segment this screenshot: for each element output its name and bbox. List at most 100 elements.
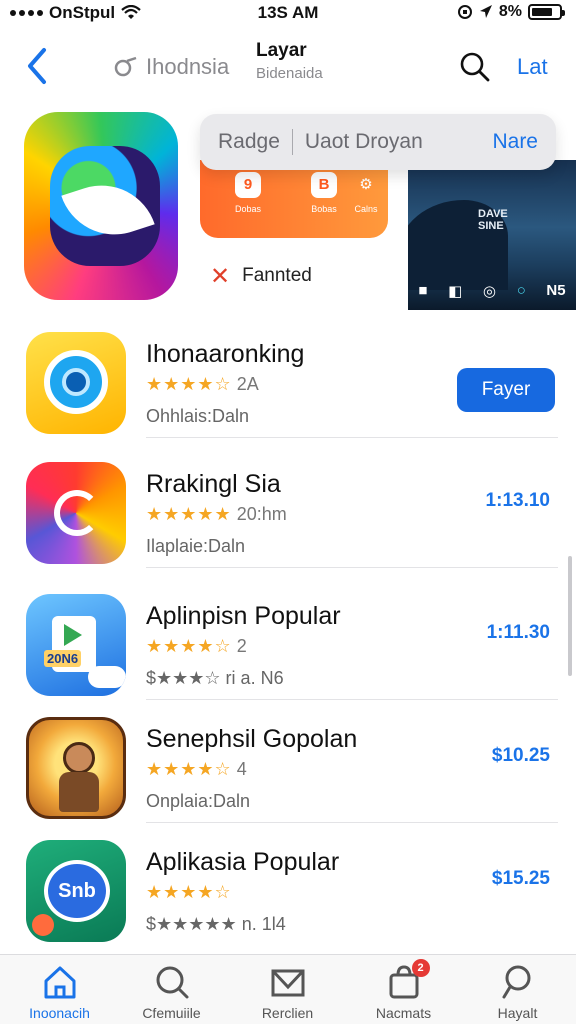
tab-label: Hayalt (497, 1005, 538, 1021)
promo-tile-caption: Dobas (234, 204, 261, 214)
promo-tile-glyph: B (311, 172, 337, 198)
tab-explore[interactable]: Cfemuiile (114, 963, 229, 1021)
tab-home[interactable]: Inoonacih (2, 963, 117, 1021)
app-title: Ihonaaronking (146, 340, 305, 368)
battery-percent: 8% (498, 3, 522, 20)
search-divider (291, 129, 293, 155)
landscape-control[interactable]: ○ (517, 282, 526, 300)
location-icon (479, 5, 492, 18)
app-icon[interactable] (26, 717, 126, 819)
tab-label: Rerclien (261, 1005, 314, 1021)
list-item[interactable]: Senephsil Gopolan ★★★★☆ 4 Onplaia:Daln $… (0, 705, 576, 823)
rating-text: 4 (236, 759, 247, 779)
row-divider (146, 567, 558, 568)
star-rating-icon: ★★★★☆ (146, 759, 232, 779)
link-icon (114, 56, 137, 77)
promo-tile[interactable]: 9 Dobas (222, 172, 274, 214)
nav-bar: Ihodnsia Layar Bidenaida Lat (0, 34, 576, 104)
page-title: Layar (256, 40, 307, 61)
promo-card[interactable]: 9 Dobas B Bobas ⚙ Calns (200, 160, 388, 238)
landscape-toolbar: ■ ◧ ◎ ○ N5 (408, 282, 576, 300)
app-rating: ★★★★☆ 4 (146, 759, 247, 780)
promo-tile-caption: Calns (354, 204, 378, 214)
promo-tile-glyph: ⚙ (359, 176, 373, 193)
app-icon[interactable] (26, 332, 126, 434)
nav-action-button[interactable]: Lat (517, 54, 548, 80)
mail-icon (271, 969, 304, 997)
promo-tile-glyph: 9 (235, 172, 261, 198)
star-rating-icon: ★★★★☆ (146, 882, 232, 902)
app-rating: ★★★★★ 20:hm (146, 504, 287, 525)
get-button[interactable]: Fayer (457, 368, 555, 412)
row-divider (146, 699, 558, 700)
nav-titles: Layar Bidenaida (256, 40, 323, 82)
search-icon (156, 966, 188, 999)
app-icon[interactable]: Snb (26, 840, 126, 942)
tab-label: Cfemuiile (142, 1005, 201, 1021)
featured-app-icon[interactable] (24, 112, 178, 300)
landscape-preview[interactable]: DAVE SINE ■ ◧ ◎ ○ N5 (408, 160, 576, 310)
back-chevron-icon[interactable] (22, 46, 52, 86)
rating-text: 2A (236, 374, 259, 394)
search-segment-right[interactable]: Uaot Droyan (305, 130, 423, 154)
app-icon-shape (32, 914, 54, 936)
row-divider (146, 822, 558, 823)
battery-icon (528, 4, 565, 20)
rotation-lock-icon (457, 5, 472, 19)
notification-badge: 2 (411, 959, 430, 977)
app-icon[interactable]: 20N6 (26, 594, 126, 696)
app-icon-shape (54, 490, 100, 536)
status-right: 8% (457, 3, 565, 21)
app-meta: $★★★☆ ri a. N6 (146, 668, 284, 688)
tab-label: Nacmats (375, 1005, 432, 1021)
landscape-control[interactable]: ■ (418, 282, 427, 300)
shuffle-icon: ✕ (210, 262, 231, 290)
promo-tile[interactable]: ⚙ Calns (340, 172, 392, 214)
app-meta: Ohhlais:Daln (146, 406, 250, 426)
list-item[interactable]: Ihonaaronking ★★★★☆ 2A Ohhlais:Daln Faye… (0, 320, 576, 438)
landscape-control[interactable]: N5 (546, 282, 565, 300)
row-divider (146, 437, 558, 438)
nav-source-label: Ihodnsia (146, 54, 230, 79)
price-button[interactable]: $10.25 (492, 745, 550, 767)
app-title: Senephsil Gopolan (146, 725, 358, 753)
search-icon[interactable] (458, 50, 492, 84)
app-icon-shape (63, 742, 95, 774)
tab-label: Inoonacih (29, 1005, 90, 1021)
app-title: Aplikasia Popular (146, 848, 340, 876)
app-meta: $★★★★★ n. 1l4 (146, 914, 286, 934)
search-name-button[interactable]: Nare (492, 130, 538, 154)
nav-source: Ihodnsia (114, 54, 229, 80)
app-icon-year: 20N6 (44, 650, 82, 667)
app-icon-shape (59, 772, 99, 812)
search-icon (502, 965, 530, 999)
search-bar[interactable]: Radge Uaot Droyan Nare (200, 114, 556, 170)
tab-search[interactable]: Hayalt (460, 963, 575, 1021)
bag-icon-wrap: 2 (384, 959, 430, 1001)
tab-orders[interactable]: 2 Nacmats (346, 959, 461, 1021)
star-rating-icon: ★★★★☆ (146, 374, 232, 394)
list-item[interactable]: Rrakingl Sia ★★★★★ 20:hm Ilaplaie:Daln 1… (0, 450, 576, 568)
app-rating: ★★★★☆ 2 (146, 636, 247, 657)
search-segment-left[interactable]: Radge (218, 130, 280, 154)
status-bar: OnStpul 13S AM 8% (0, 0, 576, 30)
price-button[interactable]: 1:11.30 (487, 622, 550, 644)
landscape-control[interactable]: ◎ (483, 282, 496, 300)
featured-chip[interactable]: ✕ Fannted (198, 248, 398, 304)
landscape-control[interactable]: ◧ (448, 282, 462, 300)
star-rating-icon: ★★★★★ (146, 504, 232, 524)
rating-text: 2 (236, 636, 247, 656)
price-button[interactable]: 1:13.10 (486, 490, 550, 512)
app-icon[interactable] (26, 462, 126, 564)
app-title: Aplinpisn Popular (146, 602, 341, 630)
app-meta: Onplaia:Daln (146, 791, 251, 811)
play-icon (64, 624, 82, 646)
list-item[interactable]: 20N6 Aplinpisn Popular ★★★★☆ 2 $★★★☆ ri … (0, 582, 576, 700)
list-item[interactable]: Snb Aplikasia Popular ★★★★☆ $★★★★★ n. 1l… (0, 828, 576, 946)
price-button[interactable]: $15.25 (492, 868, 550, 890)
rating-text: 20:hm (236, 504, 287, 524)
tab-messages[interactable]: Rerclien (230, 963, 345, 1021)
scrollbar[interactable] (568, 556, 572, 676)
app-rating: ★★★★☆ (146, 882, 232, 903)
tab-bar: Inoonacih Cfemuiile Rerclien 2 Nacmats H (0, 954, 576, 1024)
